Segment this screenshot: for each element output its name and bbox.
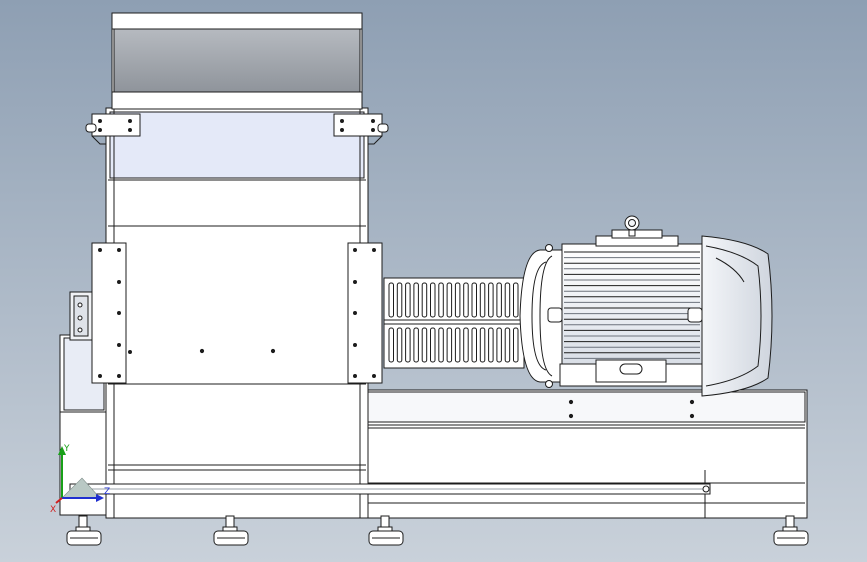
guard-slot (396, 327, 403, 363)
guard-slot (405, 327, 411, 363)
x-axis-label: X (50, 505, 56, 515)
guard-slot (471, 327, 477, 363)
y-axis-label: Y (63, 444, 70, 454)
guard-slot (488, 327, 494, 363)
leveling-foot-3 (368, 515, 404, 546)
guard-slot (479, 282, 486, 318)
guard-slot (446, 282, 453, 318)
guard-slot (405, 282, 411, 318)
guard-slot (504, 282, 511, 318)
guard-slot (396, 282, 403, 318)
machine-drawing: Y Z X (50, 12, 809, 546)
guard-slot (388, 327, 394, 363)
leveling-foot-1 (66, 515, 102, 546)
guard-slot (413, 327, 419, 363)
guard-slot (454, 282, 461, 318)
guard-slot (438, 282, 444, 318)
guard-slot (446, 327, 453, 363)
guard-slot (413, 282, 419, 318)
base-frame (364, 389, 808, 519)
side-plate-right (347, 242, 383, 384)
guard-slot (430, 327, 436, 363)
coupling-guard (383, 277, 525, 369)
guard-slot (488, 282, 494, 318)
guard-slot (463, 327, 469, 363)
guard-slot (504, 327, 511, 363)
guard-slot (430, 282, 436, 318)
guard-slot (421, 282, 428, 318)
guard-slot (471, 282, 477, 318)
guard-slot (421, 327, 428, 363)
crusher-body (105, 107, 369, 519)
leveling-foot-2 (213, 515, 249, 546)
guard-slot (438, 327, 444, 363)
guard-slot (496, 282, 502, 318)
guard-slot (463, 282, 469, 318)
side-plate-left (91, 242, 132, 384)
base-rod (69, 483, 711, 495)
cad-viewport[interactable]: Y Z X (0, 0, 867, 562)
guard-slot (454, 327, 461, 363)
leveling-foot-4 (773, 515, 809, 546)
guard-slot (496, 327, 502, 363)
guard-slot (513, 327, 519, 363)
z-axis-label: Z (104, 487, 110, 497)
feed-hopper (111, 12, 363, 110)
electric-motor (519, 215, 773, 397)
guard-slot (388, 282, 394, 318)
guard-slot (513, 282, 519, 318)
guard-slot (479, 327, 486, 363)
